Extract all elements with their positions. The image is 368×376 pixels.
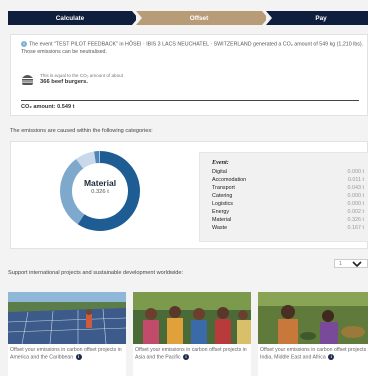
donut-category: Material [83, 178, 117, 188]
row-label: Catering [212, 193, 233, 199]
project-description: Offset your emissions in carbon offset p… [10, 347, 122, 360]
row-label: Energy [212, 209, 230, 215]
project-card-america[interactable]: Offset your emissions in carbon offset p… [8, 292, 126, 376]
table-row: Digital 0.000 t [212, 169, 364, 177]
emissions-breakdown-panel: Material 0.326 t Event: Digital 0.000 t A… [10, 141, 368, 249]
row-value: 0.000 t [347, 169, 365, 175]
row-value: 0.011 t [347, 177, 364, 183]
farming-image [258, 292, 368, 344]
step-pay[interactable]: Pay [266, 11, 368, 25]
info-icon[interactable]: i [75, 353, 82, 360]
info-icon[interactable]: i [328, 353, 335, 360]
project-card-text: Offset your emissions in carbon offset p… [135, 347, 251, 361]
info-icon: i [21, 41, 27, 47]
burger-icon [22, 75, 33, 85]
row-value: 0.326 t [347, 217, 365, 223]
burger-caption: This is equal to the CO₂ amount of about [40, 72, 123, 78]
step-label: Calculate [55, 14, 85, 22]
emissions-table: Event: Digital 0.000 t Accomodation 0.011 … [199, 152, 368, 242]
step-offset[interactable]: Offset [136, 11, 268, 25]
project-page-select[interactable]: 1 [334, 259, 368, 268]
chevron-down-icon [352, 261, 362, 267]
step-label: Pay [315, 14, 327, 22]
offset-page: Calculate Offset Pay i The event "TEST PI… [0, 0, 368, 376]
burger-count: 366 beef burgers. [40, 78, 89, 85]
co2-amount: CO₂ amount: 0.549 t [21, 100, 359, 110]
row-label: Material [212, 217, 232, 223]
table-row: Energy 0.002 t [212, 209, 364, 217]
donut-center-label: Material 0.326 t [59, 178, 141, 196]
table-row: Material 0.326 t [212, 217, 364, 225]
table-row: Catering 0.000 t [212, 193, 364, 201]
project-card-asia[interactable]: Offset your emissions in carbon offset p… [133, 292, 251, 376]
project-card-text: Offset your emissions in carbon offset p… [260, 347, 368, 361]
row-label: Transport [212, 185, 235, 191]
table-heading: Event: [212, 159, 229, 166]
row-label: Accomodation [212, 177, 247, 183]
select-value: 1 [339, 261, 342, 267]
summary-text: i The event "TEST PILOT FEEDBACK" in HÔSE… [21, 41, 367, 56]
summary-sentence: The event "TEST PILOT FEEDBACK" in HÔSEI… [21, 41, 364, 55]
table-row: Accomodation 0.011 t [212, 177, 364, 185]
burger-equivalent: This is equal to the CO₂ amount of about… [21, 71, 123, 87]
row-label: Logistics [212, 201, 233, 207]
co2-label: CO₂ amount: [21, 104, 56, 110]
progress-steps: Calculate Offset Pay [8, 11, 368, 25]
solar-panels-image [8, 292, 126, 344]
row-label: Digital [212, 169, 227, 175]
project-card-africa[interactable]: Offset your emissions in carbon offset p… [258, 292, 368, 376]
support-heading: Support international projects and susta… [8, 270, 184, 276]
row-label: Waste [212, 225, 228, 231]
project-description: Offset your emissions in carbon offset p… [260, 347, 368, 360]
project-description: Offset your emissions in carbon offset p… [135, 347, 247, 360]
categories-heading: The emissions are caused within the foll… [10, 128, 153, 134]
community-group-image [133, 292, 251, 344]
step-calculate[interactable]: Calculate [8, 11, 138, 25]
donut-value: 0.326 t [91, 189, 109, 195]
table-row: Logistics 0.000 t [212, 201, 364, 209]
row-value: 0.002 t [347, 209, 365, 215]
table-row: Transport 0.043 t [212, 185, 364, 193]
project-card-text: Offset your emissions in carbon offset p… [10, 347, 126, 361]
info-icon[interactable]: i [183, 353, 190, 360]
row-value: 0.000 t [347, 201, 365, 207]
step-label: Offset [189, 14, 209, 22]
donut-slice-transport [76, 151, 97, 169]
row-value: 0.167 t [347, 225, 365, 231]
row-value: 0.043 t [347, 185, 365, 191]
emission-summary-card: i The event "TEST PILOT FEEDBACK" in HÔSE… [10, 34, 368, 116]
table-row: Waste 0.167 t [212, 225, 364, 233]
row-value: 0.000 t [347, 193, 365, 199]
co2-value: 0.549 t [57, 104, 75, 110]
